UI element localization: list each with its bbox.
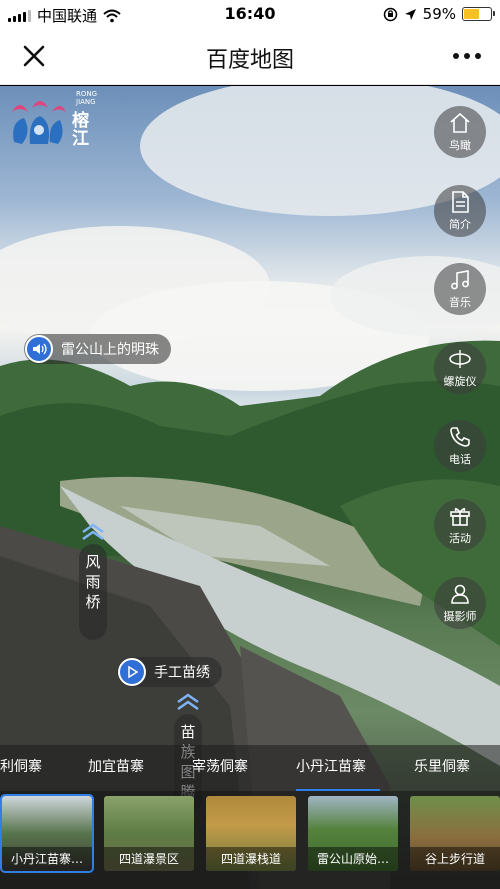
phone-label: 电话	[449, 453, 471, 466]
scene-tag-label: 风雨桥	[85, 553, 101, 611]
status-bar: 中国联通 16:40 59%	[0, 0, 500, 28]
document-icon	[452, 191, 469, 213]
video-hotspot-label: 手工苗绣	[154, 665, 210, 681]
more-icon[interactable]	[452, 51, 482, 61]
photographer-label: 摄影师	[443, 610, 477, 623]
user-icon	[451, 584, 469, 604]
thumbnail-label: 小丹江苗寨…	[2, 847, 92, 871]
scene-thumbnail-strip: 小丹江苗寨… 四道瀑景区 四道瀑栈道 雷公山原始… 谷上步行道	[0, 791, 500, 889]
home-icon	[450, 112, 470, 133]
photographer-button[interactable]: 摄影师	[434, 577, 486, 629]
brand-logo: RONG JIANG 榕江	[6, 90, 102, 150]
logo-emblem-icon	[12, 101, 66, 144]
gyroscope-icon	[449, 350, 471, 368]
music-icon	[451, 270, 469, 290]
thumbnail-4[interactable]: 谷上步行道	[410, 796, 500, 871]
page-title: 百度地图	[205, 48, 294, 73]
audio-hotspot-label: 雷公山上的明珠	[61, 342, 159, 358]
nav-bar: 百度地图	[0, 28, 500, 85]
scenic-tabs: 利侗寨 加宜苗寨 宰荡侗寨 小丹江苗寨 乐里侗寨	[0, 745, 500, 791]
birdseye-button[interactable]: 鸟瞰	[434, 106, 486, 158]
music-label: 音乐	[449, 296, 471, 309]
intro-label: 简介	[449, 218, 471, 231]
orientation-lock-icon	[383, 7, 397, 21]
thumbnail-2[interactable]: 四道瀑栈道	[206, 796, 296, 871]
phone-button[interactable]: 电话	[434, 420, 486, 472]
location-icon	[404, 8, 416, 20]
activity-label: 活动	[449, 532, 471, 545]
phone-icon	[450, 427, 470, 447]
music-button[interactable]: 音乐	[434, 263, 486, 315]
audio-hotspot[interactable]: 雷公山上的明珠	[24, 334, 171, 364]
tab-jiayi-miao[interactable]: 加宜苗寨	[88, 745, 144, 791]
tab-zaidang-dong[interactable]: 宰荡侗寨	[192, 745, 248, 791]
tab-li-dong[interactable]: 利侗寨	[0, 745, 42, 791]
gyroscope-button[interactable]: 螺旋仪	[434, 342, 486, 394]
logo-en-line2: JIANG	[76, 98, 96, 106]
scene-tag-wind-rain-bridge[interactable]: 风雨桥	[79, 544, 107, 640]
battery-icon	[462, 7, 495, 21]
tab-leli-dong[interactable]: 乐里侗寨	[414, 745, 470, 791]
thumbnail-0[interactable]: 小丹江苗寨…	[0, 794, 94, 873]
chevron-up-icon	[177, 693, 199, 711]
speaker-icon	[25, 335, 53, 363]
thumbnail-label: 谷上步行道	[410, 847, 500, 871]
gift-icon	[450, 507, 470, 526]
activity-button[interactable]: 活动	[434, 499, 486, 551]
play-icon	[118, 658, 146, 686]
chevron-up-icon	[82, 523, 104, 541]
intro-button[interactable]: 简介	[434, 185, 486, 237]
thumbnail-1[interactable]: 四道瀑景区	[104, 796, 194, 871]
tab-xiaodanjiang-miao[interactable]: 小丹江苗寨	[296, 745, 380, 791]
thumbnail-label: 雷公山原始…	[308, 847, 398, 871]
thumbnail-label: 四道瀑景区	[104, 847, 194, 871]
thumbnail-label: 四道瀑栈道	[206, 847, 296, 871]
gyroscope-label: 螺旋仪	[443, 375, 477, 388]
logo-en-line1: RONG	[76, 90, 98, 98]
logo-cn: 榕江	[72, 111, 89, 149]
thumbnail-3[interactable]: 雷公山原始…	[308, 796, 398, 871]
birdseye-label: 鸟瞰	[449, 139, 471, 152]
video-hotspot[interactable]: 手工苗绣	[117, 657, 222, 687]
battery-percent: 59%	[422, 5, 456, 23]
